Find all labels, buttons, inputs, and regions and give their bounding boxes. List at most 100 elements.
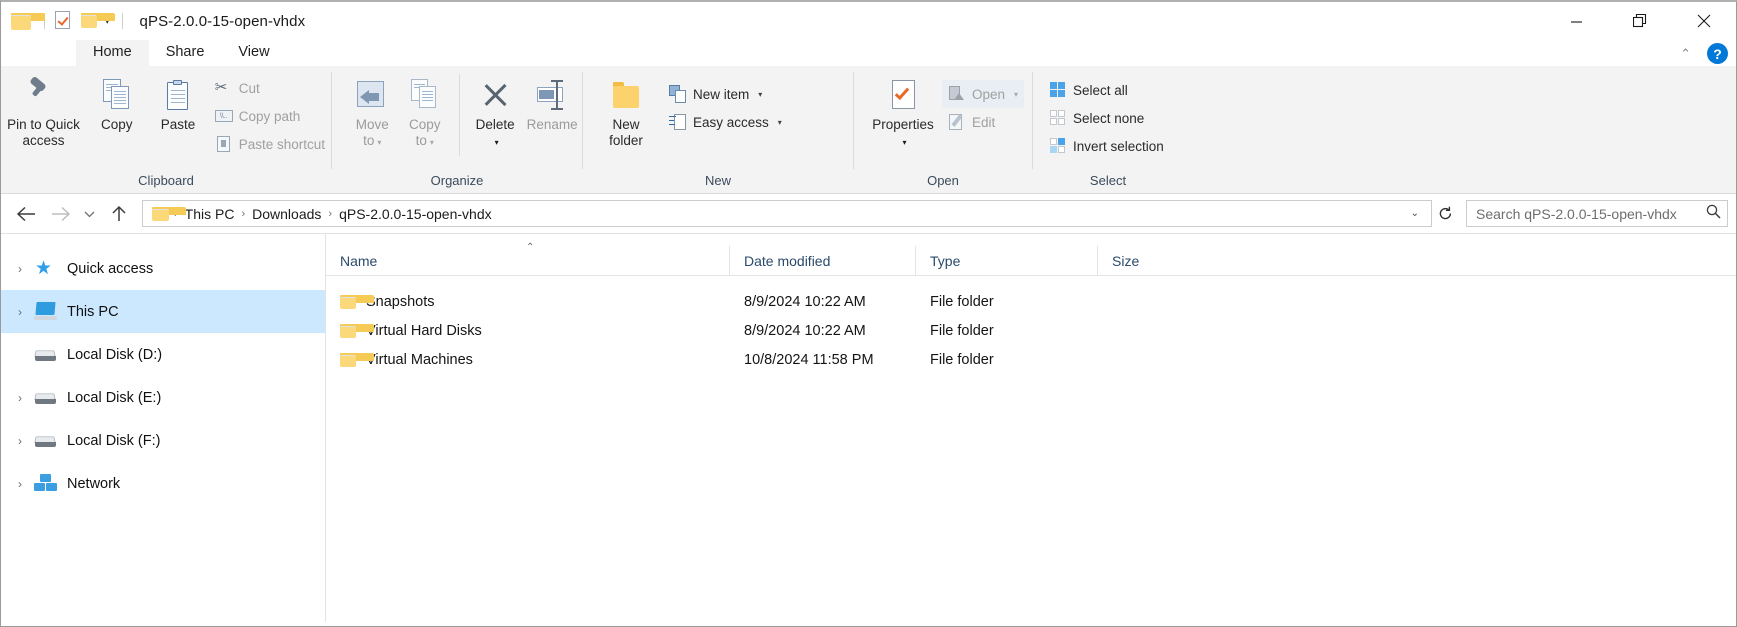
search-input[interactable]: Search qPS-2.0.0-15-open-vhdx [1476,206,1706,222]
new-folder-label-line1: New [612,117,640,132]
copy-label: Copy [100,117,133,132]
delete-button[interactable]: Delete ▾ [468,72,522,151]
paste-shortcut-button[interactable]: Paste shortcut [209,130,331,158]
column-header-type[interactable]: Type [916,245,1098,276]
chevron-down-icon[interactable]: ▾ [495,138,499,147]
breadcrumb-current-folder[interactable]: qPS-2.0.0-15-open-vhdx [333,206,498,222]
column-header-date-modified[interactable]: Date modified [730,245,916,276]
move-to-button[interactable]: Move to ▾ [346,72,399,151]
recent-locations-button[interactable] [77,199,102,229]
new-folder-button[interactable]: New folder [595,72,657,149]
ribbon: Pin to Quick access Copy Paste ✂ Cut \\.… [1,66,1736,194]
open-button[interactable]: Open ▾ [942,80,1025,108]
tab-home[interactable]: Home [76,40,149,66]
ribbon-tab-strip: Home Share View ⌃ ? [1,40,1736,66]
select-none-button[interactable]: Select none [1043,104,1170,132]
copy-path-button[interactable]: \\.. Copy path [209,102,331,130]
column-header-size[interactable]: Size [1098,246,1176,276]
table-row[interactable]: Snapshots 8/9/2024 10:22 AM File folder [326,287,1736,316]
properties-icon[interactable] [55,11,73,31]
new-item-button[interactable]: New item ▾ [663,80,788,108]
close-button[interactable] [1672,2,1736,40]
easy-access-icon [669,113,687,131]
sort-ascending-icon: ⌃ [526,241,535,253]
pin-to-quick-access-button[interactable]: Pin to Quick access [1,72,86,149]
chevron-down-icon[interactable]: ▾ [1014,90,1018,99]
paste-button[interactable]: Paste [147,72,208,133]
folder-icon [152,206,186,221]
sidebar-item-network[interactable]: › Network [1,462,325,505]
paste-icon [161,78,195,112]
up-button[interactable] [102,199,136,229]
chevron-right-icon[interactable]: › [7,477,33,491]
address-bar[interactable]: › This PC › Downloads › qPS-2.0.0-15-ope… [142,200,1432,227]
column-header-name[interactable]: Name ⌃ [326,242,730,276]
cut-button[interactable]: ✂ Cut [209,74,331,102]
invert-selection-label: Invert selection [1073,138,1164,154]
sidebar-item-quick-access[interactable]: › ★ Quick access [1,247,325,290]
search-box[interactable]: Search qPS-2.0.0-15-open-vhdx [1466,200,1728,227]
rename-button[interactable]: Rename [522,72,582,133]
tab-view[interactable]: View [221,40,286,66]
pin-to-quick-access-label-line2: access [22,133,65,148]
sidebar-item-local-disk-f[interactable]: › Local Disk (F:) [1,419,325,462]
rename-label: Rename [526,117,578,132]
chevron-down-icon[interactable]: ▾ [377,138,381,147]
breadcrumb-downloads[interactable]: Downloads [246,206,327,222]
table-row[interactable]: Virtual Hard Disks 8/9/2024 10:22 AM Fil… [326,316,1736,345]
ribbon-group-organize: Move to ▾ Copy to ▾ Delete ▾ Rename Orga… [332,66,582,194]
chevron-down-icon[interactable]: ▾ [758,90,762,99]
ribbon-group-select: Select all Select none Invert selection … [1033,66,1183,194]
file-list-pane: Name ⌃ Date modified Type Size Snapshots [326,234,1736,622]
new-item-label: New item [693,86,750,102]
file-date-cell: 8/9/2024 10:22 AM [744,322,866,339]
chevron-right-icon[interactable]: › [7,305,33,319]
sidebar-item-local-disk-e[interactable]: › Local Disk (E:) [1,376,325,419]
tab-share[interactable]: Share [149,40,222,66]
new-folder-icon [609,78,643,112]
help-button[interactable]: ? [1707,43,1728,64]
chevron-right-icon[interactable]: › [7,262,33,276]
open-label: Open [972,86,1006,102]
ribbon-group-label-select: Select [1089,173,1127,188]
this-pc-icon [33,301,59,323]
ribbon-group-label-organize: Organize [430,173,484,188]
chevron-right-icon[interactable]: › [7,391,33,405]
copy-button[interactable]: Copy [86,72,147,133]
forward-button[interactable] [43,199,77,229]
ribbon-group-label-open: Open [927,173,959,188]
collapse-ribbon-icon[interactable]: ⌃ [1674,46,1697,62]
copy-to-button[interactable]: Copy to ▾ [399,72,452,151]
sidebar-item-label: Quick access [67,260,154,277]
open-icon [948,85,966,103]
copy-to-icon [408,78,442,112]
new-folder-icon[interactable] [79,11,115,31]
table-row[interactable]: Virtual Machines 10/8/2024 11:58 PM File… [326,345,1736,374]
easy-access-button[interactable]: Easy access ▾ [663,108,788,136]
edit-button[interactable]: Edit [942,108,1024,136]
search-icon[interactable] [1706,204,1721,224]
file-type-cell: File folder [930,322,994,339]
restore-button[interactable] [1608,2,1672,40]
chevron-down-icon[interactable]: ⌄ [1403,208,1427,219]
chevron-down-icon[interactable]: ▾ [430,138,434,147]
breadcrumb-this-pc[interactable]: This PC [179,206,241,222]
star-icon: ★ [35,257,53,279]
properties-button[interactable]: Properties ▾ [864,72,942,151]
file-name-label: Snapshots [366,293,435,310]
chevron-right-icon[interactable]: › [7,434,33,448]
sidebar-item-local-disk-d[interactable]: Local Disk (D:) [1,333,325,376]
minimize-button[interactable] [1544,2,1608,40]
invert-selection-icon [1049,137,1067,155]
invert-selection-button[interactable]: Invert selection [1043,132,1170,160]
sidebar-item-this-pc[interactable]: › This PC [1,290,325,333]
back-button[interactable] [9,199,43,229]
file-type-cell: File folder [930,351,994,368]
chevron-down-icon[interactable]: ▾ [902,138,906,147]
folder-icon [340,294,374,309]
chevron-down-icon[interactable]: ▾ [778,118,782,127]
file-name-cell: Snapshots [326,287,730,316]
refresh-button[interactable] [1432,200,1458,227]
file-date-cell: 10/8/2024 11:58 PM [744,351,874,368]
select-all-button[interactable]: Select all [1043,76,1170,104]
